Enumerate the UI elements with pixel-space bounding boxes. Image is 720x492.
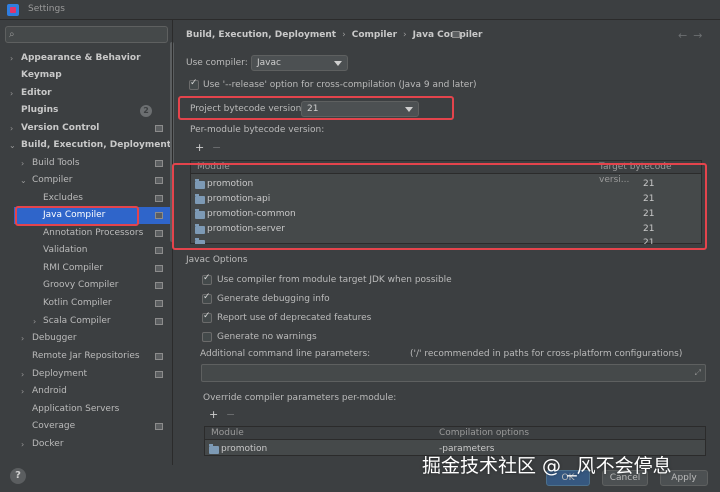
expand-icon[interactable]: ⤢ [695,368,701,378]
breadcrumb-item: Compiler [351,30,398,40]
java-compiler-highlight-box [15,206,139,226]
sidebar-item-annotation-processors[interactable]: Annotation Processors [43,225,143,242]
sidebar-item-docker[interactable]: Docker [32,436,64,453]
project-level-icon [155,300,163,307]
sidebar-item-remote-jar-repositories[interactable]: Remote Jar Repositories [32,348,140,365]
project-level-icon [155,230,163,237]
project-level-icon [155,195,163,202]
additional-params-input[interactable]: ⤢ [201,364,706,382]
window-title: Settings [28,4,65,14]
chevron-right-icon[interactable]: › [33,317,36,326]
per-module-label: Per-module bytecode version: [190,125,325,135]
sidebar-item-version-control[interactable]: Version Control [21,120,99,137]
chevron-right-icon[interactable]: › [21,159,24,168]
option-label: Use compiler from module target JDK when… [217,275,452,285]
bytecode-highlight-box [178,96,454,120]
module-name: promotion [221,444,268,454]
column-header-compilation-options[interactable]: Compilation options [439,427,529,440]
sidebar-item-plugins[interactable]: Plugins [21,102,58,119]
use-compiler-value: Javac [257,58,281,68]
sidebar-item-deployment[interactable]: Deployment [32,366,87,383]
remove-icon[interactable]: − [212,141,221,154]
option-label: Generate debugging info [217,294,330,304]
sidebar-item-build-execution-deployment[interactable]: Build, Execution, Deployment [21,137,171,154]
release-option-label: Use '--release' option for cross-compila… [203,80,477,90]
project-level-icon [155,247,163,254]
history-nav-arrows[interactable]: ←→ [678,29,708,42]
project-level-icon [155,353,163,360]
project-level-icon [452,31,460,38]
column-header-module[interactable]: Module [211,427,244,440]
remove-icon[interactable]: − [226,408,235,421]
sidebar-item-application-servers[interactable]: Application Servers [32,401,119,418]
option-checkbox-no-warnings[interactable] [202,332,212,342]
override-params-label: Override compiler parameters per-module: [203,393,397,403]
add-icon[interactable]: + [195,141,204,154]
chevron-right-icon[interactable]: › [21,334,24,343]
sidebar-item-rmi-compiler[interactable]: RMI Compiler [43,260,103,277]
sidebar-item-excludes[interactable]: Excludes [43,190,83,207]
project-level-icon [155,423,163,430]
sidebar-item-build-tools[interactable]: Build Tools [32,155,80,172]
chevron-right-icon[interactable]: › [21,387,24,396]
intellij-app-icon [7,4,19,16]
module-folder-icon [209,444,219,454]
chevron-right-icon[interactable]: › [10,89,13,98]
chevron-right-icon[interactable]: › [21,370,24,379]
plugins-update-badge: 2 [140,105,152,117]
breadcrumb-separator-icon: › [403,30,407,40]
additional-params-hint: ('/' recommended in paths for cross-plat… [410,349,683,359]
breadcrumb: Build, Execution, Deployment › Compiler › Ja… [186,30,482,40]
sidebar-item-keymap[interactable]: Keymap [21,67,62,84]
chevron-down-icon [334,61,342,66]
breadcrumb-separator-icon: › [342,30,346,40]
project-level-icon [155,125,163,132]
additional-params-label: Additional command line parameters: [200,349,371,359]
project-level-icon [155,212,163,219]
project-level-icon [155,160,163,167]
chevron-right-icon[interactable]: › [10,54,13,63]
option-checkbox-debug-info[interactable] [202,292,212,304]
sidebar-item-kotlin-compiler[interactable]: Kotlin Compiler [43,295,112,312]
sidebar-item-debugger[interactable]: Debugger [32,330,77,347]
chevron-down-icon[interactable]: ⌄ [20,176,27,185]
option-checkbox-module-jdk[interactable] [202,273,212,285]
chevron-down-icon[interactable]: ⌄ [9,141,16,150]
settings-search-input[interactable] [5,26,168,43]
help-button[interactable]: ? [10,468,26,484]
project-level-icon [155,282,163,289]
sidebar-item-editor[interactable]: Editor [21,85,52,102]
option-label: Report use of deprecated features [217,313,372,323]
module-table-highlight-box [172,163,707,250]
option-label: Generate no warnings [217,332,317,342]
use-compiler-select[interactable]: Javac [251,55,348,71]
project-level-icon [155,265,163,272]
table-header: Module Compilation options [205,427,705,440]
option-checkbox-deprecated[interactable] [202,311,212,323]
search-icon: ⌕ [9,29,15,40]
project-level-icon [155,177,163,184]
sidebar-item-groovy-compiler[interactable]: Groovy Compiler [43,277,119,294]
project-level-icon [155,371,163,378]
breadcrumb-item: Java Compiler [412,30,483,40]
add-icon[interactable]: + [209,408,218,421]
sidebar-item-compiler[interactable]: Compiler [32,172,73,189]
project-level-icon [155,318,163,325]
chevron-right-icon[interactable]: › [10,124,13,133]
sidebar-item-coverage[interactable]: Coverage [32,418,75,435]
sidebar-item-validation[interactable]: Validation [43,242,87,259]
sidebar-item-android[interactable]: Android [32,383,67,400]
breadcrumb-item: Build, Execution, Deployment [186,30,337,40]
watermark-text: 掘金技术社区 @ _风不会停息 [422,455,672,477]
use-compiler-label: Use compiler: [186,58,248,68]
javac-options-title: Javac Options [186,255,248,265]
title-bar [0,0,720,20]
chevron-right-icon[interactable]: › [21,440,24,449]
sidebar-item-scala-compiler[interactable]: Scala Compiler [43,313,111,330]
sidebar-item-appearance[interactable]: Appearance & Behavior [21,50,141,67]
release-option-checkbox[interactable] [189,78,199,90]
